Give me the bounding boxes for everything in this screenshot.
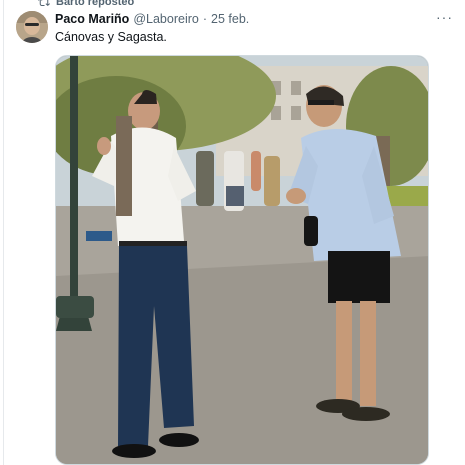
repost-indicator[interactable]: Barto reposteó (38, 0, 134, 9)
repost-label: Barto reposteó (56, 0, 135, 8)
author-name[interactable]: Paco Mariño (55, 12, 129, 26)
separator: · (202, 12, 208, 26)
tweet-photo[interactable] (55, 55, 429, 465)
tweet-text: Cánovas y Sagasta. (55, 30, 167, 44)
avatar[interactable] (16, 11, 48, 43)
timeline-divider (3, 0, 4, 465)
tweet-date[interactable]: 25 feb. (211, 12, 249, 26)
more-icon[interactable]: ··· (436, 10, 453, 24)
repost-icon (38, 0, 50, 7)
tweet-header: Paco Mariño @Laboreiro · 25 feb. (55, 12, 249, 26)
author-handle[interactable]: @Laboreiro (133, 12, 199, 26)
